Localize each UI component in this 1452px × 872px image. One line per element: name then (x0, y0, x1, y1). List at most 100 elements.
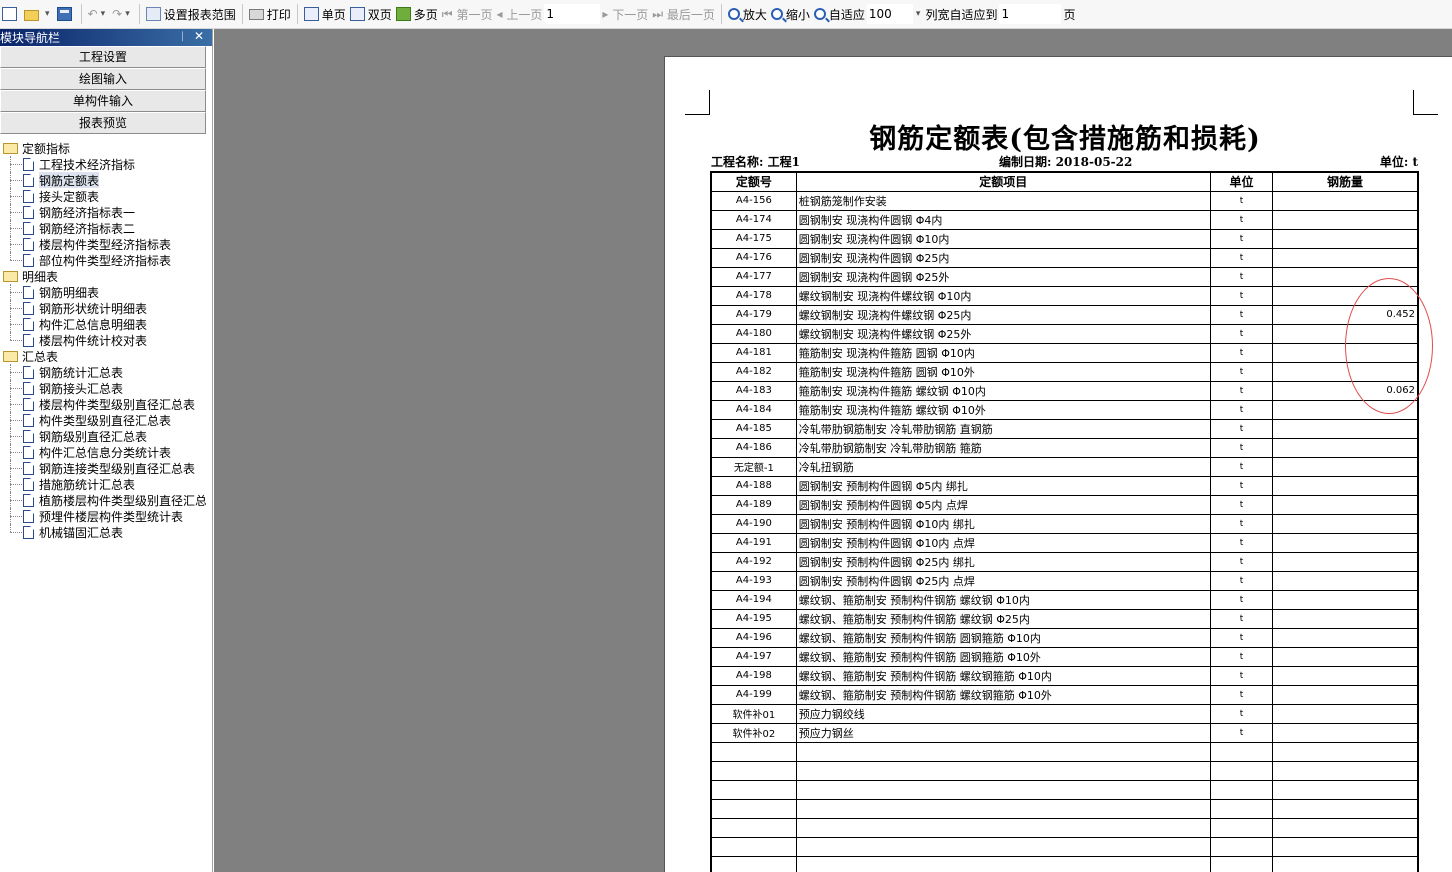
single-page-button[interactable]: 单页 (302, 3, 348, 25)
cell-quota-item: 圆钢制安 预制构件圆钢 Φ5内 绑扎 (795, 475, 1211, 496)
tree-item[interactable]: 机械锚固汇总表 (0, 524, 206, 540)
tree-item[interactable]: 钢筋接头汇总表 (0, 380, 206, 396)
cell-unit (1209, 855, 1274, 872)
cell-quota-code: 软件补01 (710, 703, 797, 724)
cell-steel-qty (1272, 456, 1419, 477)
cell-steel-qty (1272, 494, 1419, 515)
tree-item-label: 楼层构件统计校对表 (39, 333, 148, 348)
zoom-input[interactable] (866, 4, 913, 24)
tree-item[interactable]: 钢筋级别直径汇总表 (0, 428, 206, 444)
close-icon[interactable]: ✕ (194, 29, 204, 43)
cell-steel-qty (1272, 285, 1419, 306)
next-page-button[interactable]: ▸ 下一页 (600, 3, 650, 25)
document-icon (23, 477, 34, 491)
tree-connector (10, 292, 22, 293)
fit-button[interactable]: 自适应 (812, 3, 867, 25)
tree-folder[interactable]: 定额指标 (0, 140, 206, 156)
redo-button[interactable]: ↷ ▾ (110, 3, 135, 25)
tree-item[interactable]: 钢筋经济指标表二 (0, 220, 206, 236)
tree-item[interactable]: 预埋件楼层构件类型统计表 (0, 508, 206, 524)
cell-quota-code: A4-191 (710, 532, 797, 553)
undo-button[interactable]: ↶ ▾ (86, 3, 111, 25)
tree-item[interactable]: 钢筋连接类型级别直径汇总表 (0, 460, 206, 476)
separator (138, 4, 140, 24)
document-icon (23, 285, 34, 299)
compile-date: 编制日期: 2018-05-22 (999, 155, 1133, 169)
tree-item[interactable]: 楼层构件类型经济指标表 (0, 236, 206, 252)
report-page: 钢筋定额表(包含措施筋和损耗) 工程名称: 工程1 编制日期: 2018-05-… (664, 56, 1452, 872)
cell-unit: t (1209, 703, 1274, 724)
zoom-dropdown-arrow-icon[interactable]: ▾ (916, 9, 921, 19)
table-row: A4-182 箍筋制安 现浇构件箍筋 圆钢 Φ10外 t (710, 361, 1419, 382)
tree-item[interactable]: 措施筋统计汇总表 (0, 476, 206, 492)
document-icon (23, 221, 34, 235)
tree-item[interactable]: 钢筋明细表 (0, 284, 206, 300)
table-row (710, 741, 1419, 762)
cell-steel-qty (1272, 437, 1419, 458)
tree-item[interactable]: 钢筋经济指标表一 (0, 204, 206, 220)
nav-button-report-preview[interactable]: 报表预览 (0, 112, 206, 134)
cell-unit: t (1209, 532, 1274, 553)
double-page-button[interactable]: 双页 (348, 3, 394, 25)
last-page-icon: ⏭︎ (652, 6, 664, 21)
cell-quota-item: 预应力钢丝 (795, 722, 1211, 743)
pin-icon[interactable]: ᛁ (179, 30, 186, 43)
nav-button-single-component-input[interactable]: 单构件输入 (0, 90, 206, 112)
dropdown-arrow-icon[interactable]: ▾ (101, 9, 106, 19)
nav-button-project-settings[interactable]: 工程设置 (0, 46, 206, 68)
last-page-label: 最后一页 (666, 7, 715, 22)
tree-folder[interactable]: 汇总表 (0, 348, 206, 364)
report-preview-area[interactable]: 钢筋定额表(包含措施筋和损耗) 工程名称: 工程1 编制日期: 2018-05-… (214, 29, 1452, 872)
tree-item[interactable]: 构件汇总信息明细表 (0, 316, 206, 332)
prev-page-button[interactable]: ◂ 上一页 (494, 3, 544, 25)
tree-item[interactable]: 构件类型级别直径汇总表 (0, 412, 206, 428)
tree-item[interactable]: 构件汇总信息分类统计表 (0, 444, 206, 460)
cell-unit: t (1209, 684, 1274, 705)
tree-item[interactable]: 植筋楼层构件类型级别直径汇总表 (0, 492, 206, 508)
save-button[interactable] (55, 3, 77, 25)
dropdown-arrow-icon[interactable]: ▾ (125, 9, 130, 19)
cell-quota-item (795, 817, 1211, 838)
document-icon (23, 253, 34, 267)
table-row: A4-194 螺纹钢、箍筋制安 预制构件钢筋 螺纹钢 Φ10内 t (710, 589, 1419, 610)
cell-unit: t (1209, 190, 1274, 211)
table-row: A4-183 箍筋制安 现浇构件箍筋 螺纹钢 Φ10内 t 0.062 (710, 380, 1419, 401)
set-report-range-button[interactable]: 设置报表范围 (144, 3, 238, 25)
tree-folder[interactable]: 明细表 (0, 268, 206, 284)
cell-quota-code: A4-196 (710, 627, 797, 648)
cell-quota-code: A4-179 (710, 304, 797, 325)
single-page-label: 单页 (321, 7, 346, 22)
separator (241, 4, 243, 24)
zoom-out-button[interactable]: 缩小 (769, 3, 812, 25)
cell-quota-code: A4-186 (710, 437, 797, 458)
tree-item[interactable]: 钢筋统计汇总表 (0, 364, 206, 380)
cell-quota-code: A4-195 (710, 608, 797, 629)
open-button[interactable]: ▾ (22, 3, 55, 25)
tree-item[interactable]: 楼层构件类型级别直径汇总表 (0, 396, 206, 412)
print-button[interactable]: 打印 (247, 3, 293, 25)
dropdown-arrow-icon[interactable]: ▾ (45, 9, 50, 19)
nav-button-drawing-input[interactable]: 绘图输入 (0, 68, 206, 90)
tree-item[interactable]: 钢筋定额表 (0, 172, 206, 188)
last-page-button[interactable]: ⏭︎ 最后一页 (650, 3, 717, 25)
multi-page-button[interactable]: 多页 (394, 3, 440, 25)
tree-item[interactable]: 部位构件类型经济指标表 (0, 252, 206, 268)
zoom-in-label: 放大 (742, 7, 767, 22)
cell-quota-code: A4-180 (710, 323, 797, 344)
tree-item-label: 钢筋统计汇总表 (39, 365, 124, 380)
tree-item[interactable]: 接头定额表 (0, 188, 206, 204)
cell-unit: t (1209, 418, 1274, 439)
page-number-input[interactable] (544, 4, 601, 24)
table-row: 无定额-1 冷轧扭钢筋 t (710, 456, 1419, 477)
new-button[interactable] (0, 3, 22, 25)
zoom-in-button[interactable]: 放大 (726, 3, 769, 25)
cell-quota-item (795, 798, 1211, 819)
tree-item[interactable]: 工程技术经济指标 (0, 156, 206, 172)
tree-item[interactable]: 楼层构件统计校对表 (0, 332, 206, 348)
tree-item-label: 钢筋级别直径汇总表 (39, 429, 148, 444)
tree-item[interactable]: 钢筋形状统计明细表 (0, 300, 206, 316)
first-page-button[interactable]: ⏮︎ 第一页 (440, 3, 495, 25)
tree-item-label: 构件汇总信息明细表 (39, 317, 148, 332)
cell-quota-item: 箍筋制安 现浇构件箍筋 圆钢 Φ10内 (795, 342, 1211, 363)
col-fit-input[interactable] (999, 4, 1062, 24)
